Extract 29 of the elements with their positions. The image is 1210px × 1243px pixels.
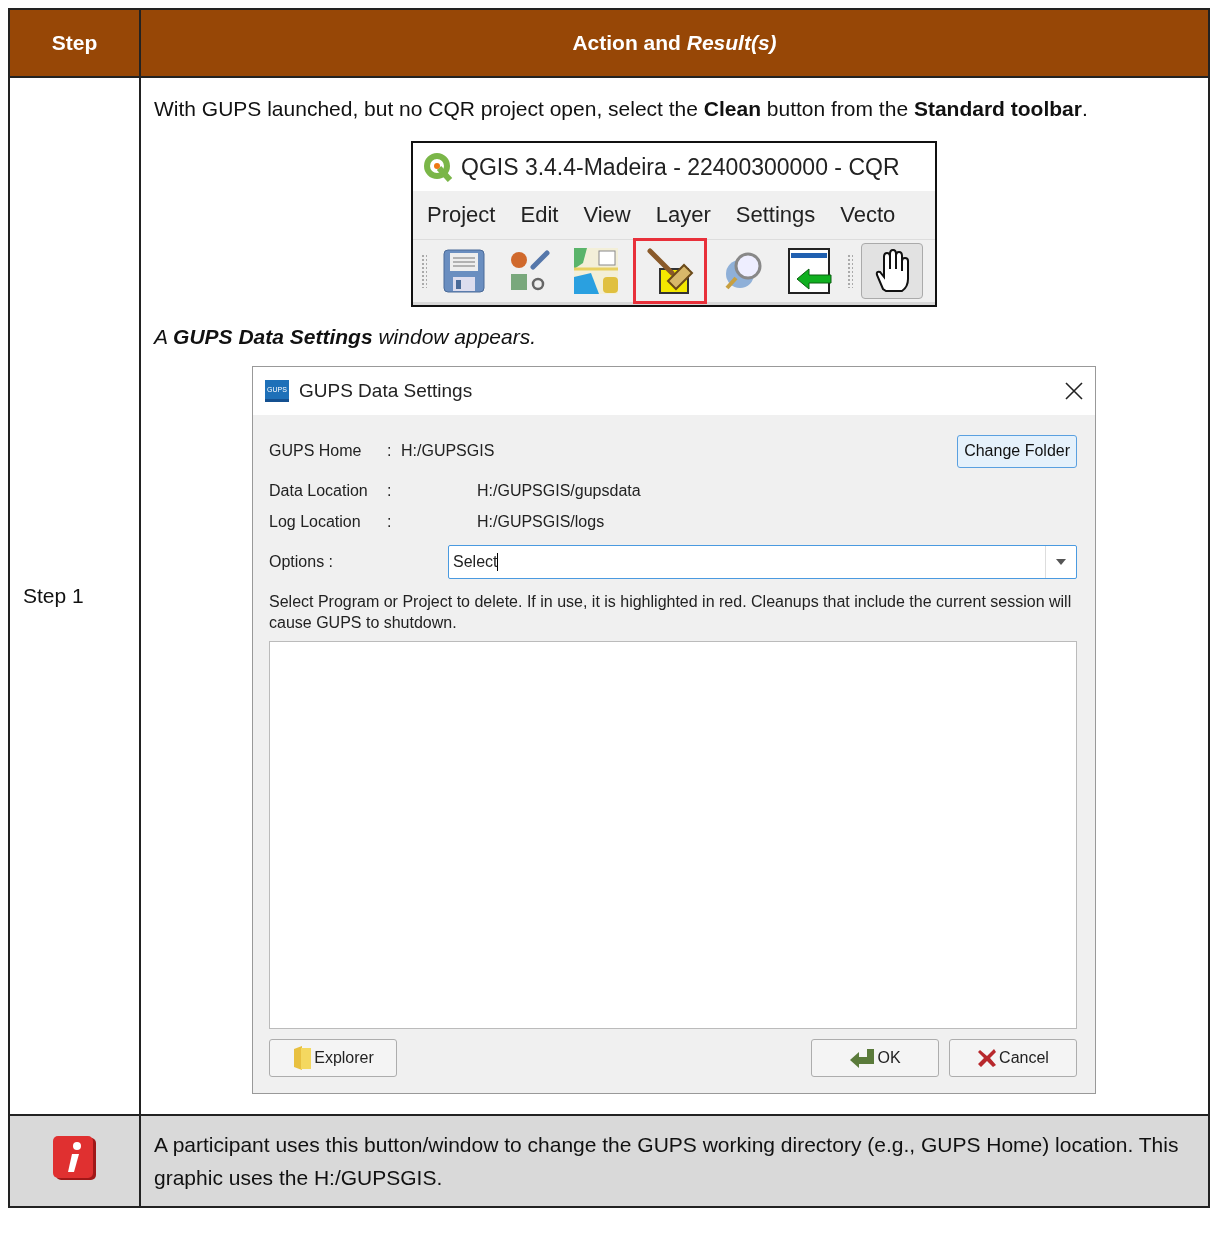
field-value: H:/GUPSGIS/gupsdata	[477, 481, 641, 500]
separator-text: :	[387, 481, 393, 500]
menu-item[interactable]: Project	[427, 202, 496, 228]
column-header: Step	[9, 9, 140, 77]
dialog-button[interactable]: Explorer	[269, 1039, 397, 1077]
field-label: Log Location	[269, 512, 362, 531]
note-text: A participant uses this button/window to change the GUPS working directory (e.g., GUPS Home) location. This graphic uses the H:/GUPSGIS.	[154, 1133, 1179, 1189]
field-label: Options :	[269, 553, 335, 571]
field-label: GUPS Home	[269, 442, 363, 460]
separator-text: :	[387, 442, 393, 460]
menu-item[interactable]: Edit	[520, 202, 559, 228]
field-label: Data Location	[269, 481, 369, 500]
result-text: A GUPS Data Settings window appears.	[154, 325, 538, 349]
menu-item[interactable]: Settings	[735, 202, 816, 228]
column-header: Action and Result(s)	[140, 9, 1209, 77]
menu-item[interactable]: Vecto	[840, 202, 896, 228]
change-folder-button[interactable]: Change Folder	[957, 434, 1077, 468]
window-title: QGIS 3.4.4-Madeira - 22400300000 - CQR	[461, 153, 900, 181]
menu-item[interactable]: View	[583, 202, 631, 228]
menu-item[interactable]: Layer	[655, 202, 711, 228]
field-value: H:/GUPSGIS/logs	[477, 512, 605, 531]
instruction-message: Select Program or Project to delete. If in use, it is highlighted in red. Cleanups that include the current session will cause GUPS to shutdown.	[269, 592, 1073, 633]
dialog-title: GUPS Data Settings	[299, 380, 474, 402]
field-value: H:/GUPSGIS	[401, 442, 495, 460]
separator-text: :	[387, 512, 393, 531]
step-label: Step 1	[23, 584, 84, 607]
instruction-text: With GUPS launched, but no CQR project open, select the Clean button from the Standard toolbar.	[154, 96, 1089, 122]
dialog-button[interactable]: OK	[811, 1039, 939, 1077]
dialog-button[interactable]: Cancel	[949, 1039, 1077, 1077]
